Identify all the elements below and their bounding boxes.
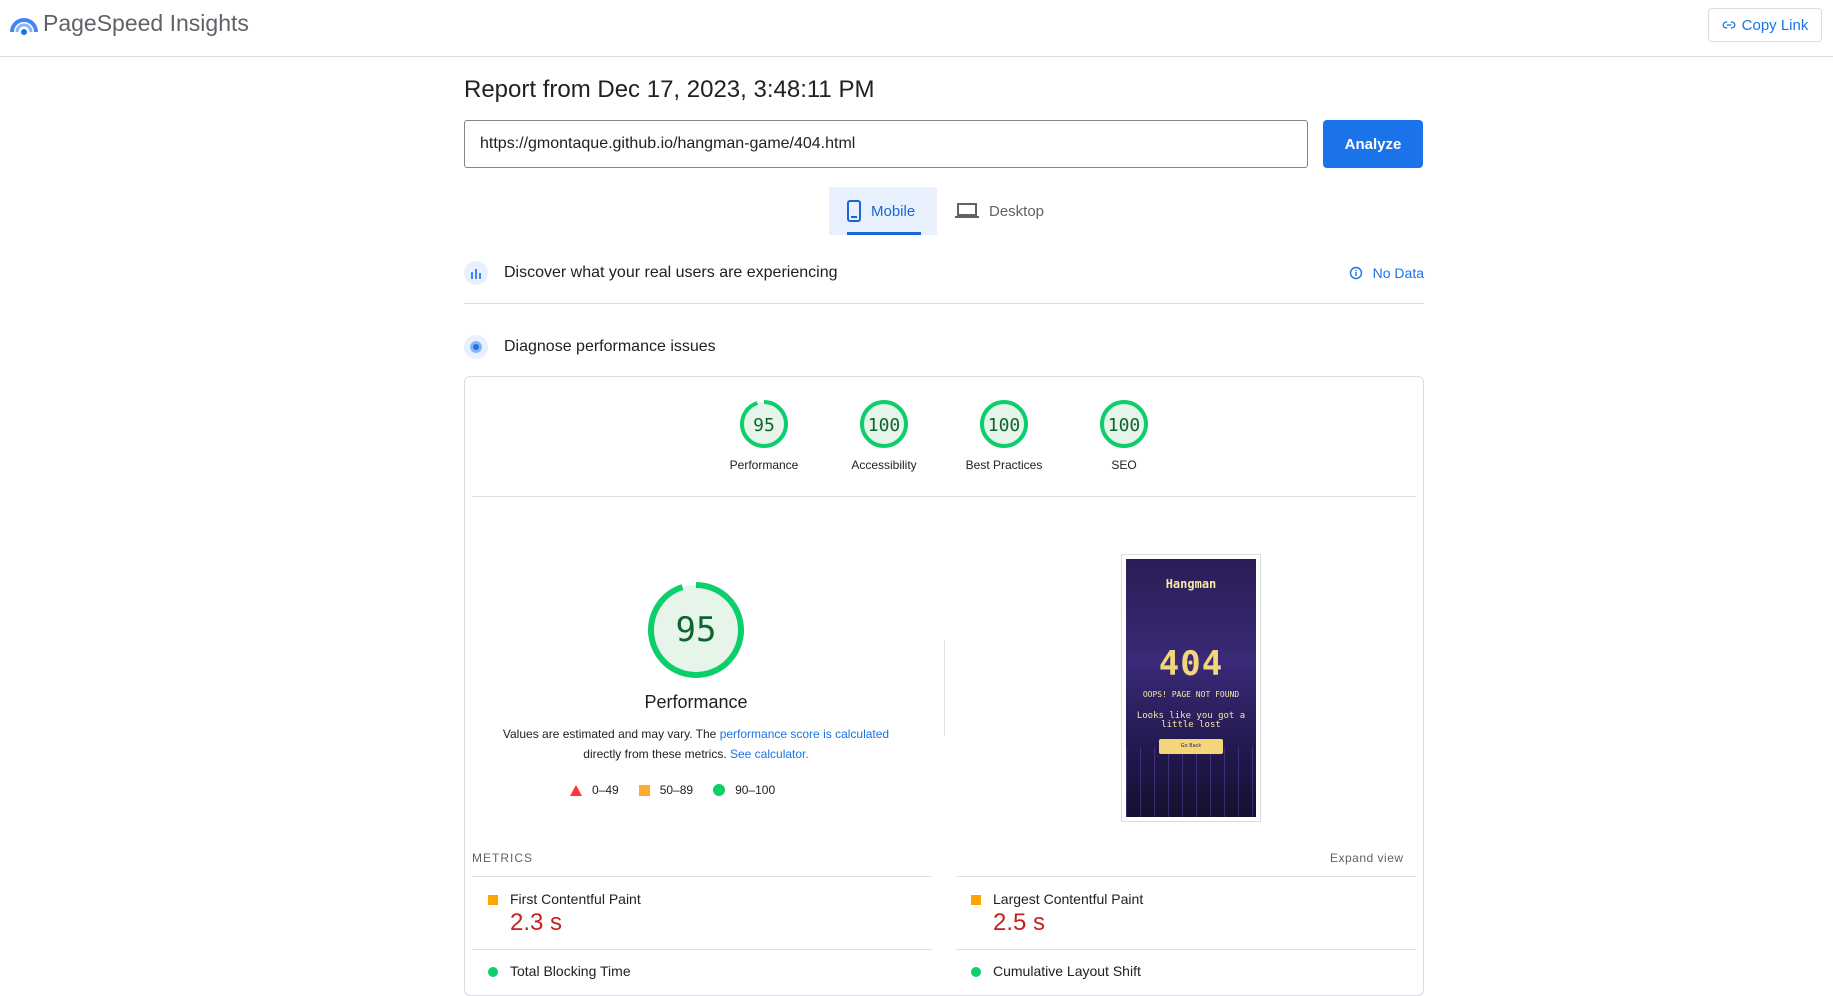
screenshot-content: Hangman 404 OOPS! PAGE NOT FOUND Looks l… (1126, 559, 1256, 817)
pass-circle-icon (971, 967, 981, 977)
screenshot-message: Looks like you got a little lost (1136, 711, 1246, 730)
screenshot-grid (1126, 747, 1256, 817)
analyze-button[interactable]: Analyze (1323, 120, 1423, 168)
category-score: 100 (987, 415, 1021, 436)
average-square-icon (971, 895, 981, 905)
diagnose-section: Diagnose performance issues (464, 327, 1424, 367)
metric-name: Largest Contentful Paint (993, 891, 1144, 907)
category-gauge-performance[interactable]: 95 Performance (709, 399, 819, 472)
screenshot-title: Hangman (1165, 577, 1217, 591)
diagnose-label: Diagnose performance issues (504, 338, 716, 355)
report-title: Report from Dec 17, 2023, 3:48:11 PM (464, 76, 875, 103)
circle-pass-icon (713, 784, 726, 796)
legend-pass-label: 90–100 (735, 783, 776, 797)
legend-average: 50–89 (638, 783, 694, 797)
pagespeed-logo-icon (10, 18, 38, 35)
note-text-1: Values are estimated and may vary. The (502, 727, 717, 741)
category-score: 100 (1107, 415, 1141, 436)
metrics-divider-right (956, 876, 1416, 877)
category-label: Best Practices (965, 458, 1043, 472)
users-chart-icon (464, 261, 488, 285)
see-calculator-link[interactable]: See calculator. (730, 747, 809, 761)
category-label: SEO (1111, 458, 1137, 472)
screenshot-code: 404 (1158, 644, 1224, 684)
tab-desktop[interactable]: Desktop (952, 187, 1062, 235)
metrics-divider-left (472, 876, 932, 877)
mobile-icon (847, 200, 861, 222)
page-screenshot[interactable]: Hangman 404 OOPS! PAGE NOT FOUND Looks l… (1121, 554, 1261, 822)
metric-value: 2.3 s (510, 909, 563, 936)
lab-diagnose-icon (464, 335, 488, 359)
performance-label: Performance (644, 692, 748, 712)
section-divider (464, 303, 1424, 304)
metrics-header: METRICS (472, 851, 533, 865)
performance-score: 95 (675, 610, 717, 650)
top-bar: PageSpeed Insights Copy Link (0, 0, 1833, 57)
legend-pass: 90–100 (713, 783, 775, 797)
copy-link-button[interactable]: Copy Link (1708, 8, 1822, 42)
category-gauge-seo[interactable]: 100 SEO (1069, 399, 1179, 472)
link-icon (1722, 21, 1736, 29)
app-title[interactable]: PageSpeed Insights (43, 10, 249, 37)
pass-circle-icon (488, 967, 498, 977)
metrics-row-divider-left (472, 949, 932, 950)
category-score: 100 (867, 415, 901, 436)
note-text-2: directly from these metrics. (583, 747, 727, 761)
category-label: Accessibility (851, 458, 917, 472)
metrics-row-divider-right (956, 949, 1416, 950)
square-average-icon (638, 784, 650, 796)
info-icon (1349, 266, 1362, 280)
tab-mobile[interactable]: Mobile (829, 187, 937, 235)
score-legend: 0–49 50–89 90–100 (570, 783, 870, 797)
field-data-section: Discover what your real users are experi… (464, 253, 1424, 293)
url-input[interactable] (464, 120, 1308, 168)
triangle-fail-icon (570, 784, 582, 796)
metric-name: Cumulative Layout Shift (993, 963, 1141, 979)
category-label: Performance (729, 458, 799, 472)
metric-value: 2.5 s (993, 909, 1046, 936)
desktop-icon (955, 203, 979, 218)
legend-fail-label: 0–49 (592, 783, 619, 797)
vertical-divider (944, 640, 945, 736)
legend-average-label: 50–89 (659, 783, 694, 797)
tab-mobile-label: Mobile (871, 202, 916, 220)
screenshot-subtitle: OOPS! PAGE NOT FOUND (1142, 690, 1240, 699)
metric-name: First Contentful Paint (510, 891, 641, 907)
metric-name: Total Blocking Time (510, 963, 631, 979)
legend-fail: 0–49 (570, 783, 619, 797)
screenshot-button: Go Back (1159, 739, 1223, 754)
category-gauge-accessibility[interactable]: 100 Accessibility (829, 399, 939, 472)
tab-desktop-label: Desktop (989, 202, 1045, 220)
no-data-label: No Data (1372, 265, 1424, 281)
score-calculated-link[interactable]: performance score is calculated (720, 727, 889, 741)
expand-view-button[interactable]: Expand view (1330, 851, 1404, 865)
copy-link-label: Copy Link (1741, 16, 1809, 34)
category-score: 95 (753, 415, 775, 436)
category-gauge-best-practices[interactable]: 100 Best Practices (949, 399, 1059, 472)
no-data-link[interactable]: No Data (1349, 265, 1424, 281)
average-square-icon (488, 895, 498, 905)
performance-note: Values are estimated and may vary. The p… (496, 724, 896, 764)
panel-divider (472, 496, 1416, 497)
active-tab-indicator (847, 232, 921, 235)
field-data-label: Discover what your real users are experi… (504, 264, 838, 281)
